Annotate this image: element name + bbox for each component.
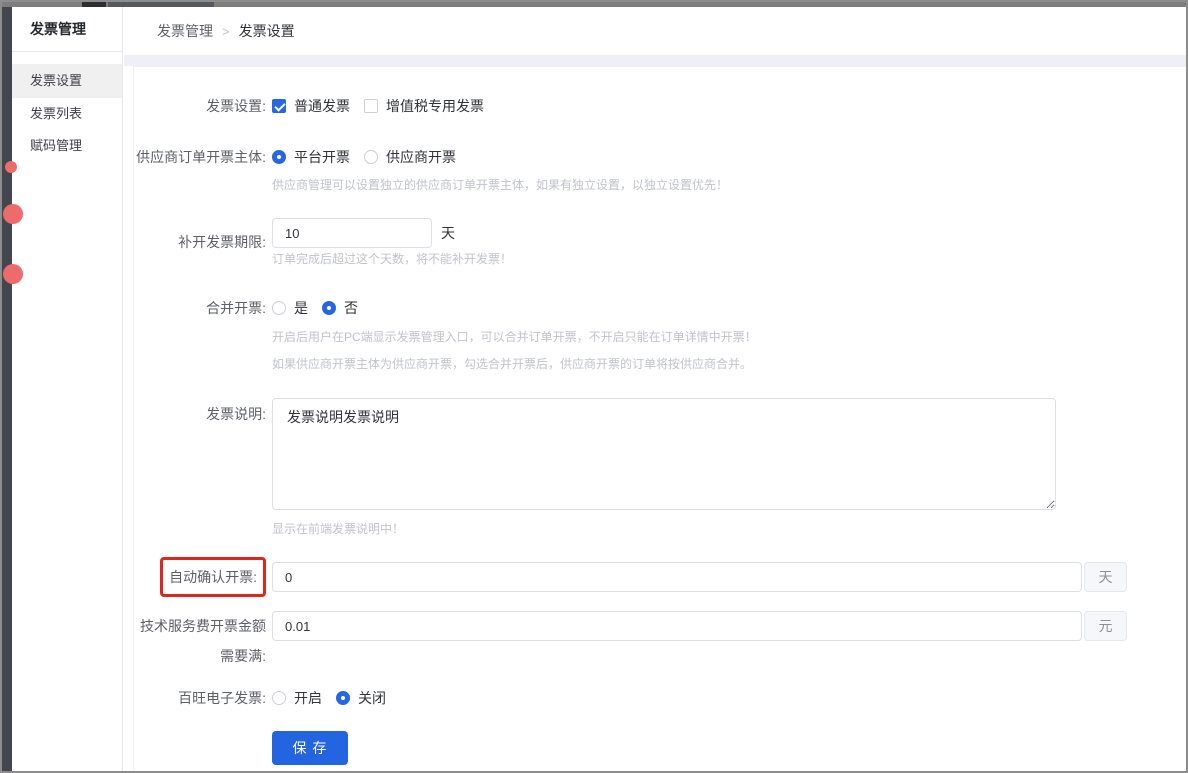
radio-unselected-icon[interactable] (364, 150, 378, 164)
auto-confirm-label: 自动确认开票: (169, 569, 257, 585)
invoice-note-help: 显示在前端发票说明中！ (272, 523, 1056, 535)
sidebar-menu: 发票设置 发票列表 赋码管理 (12, 52, 122, 162)
reissue-deadline-label: 补开发票期限: (134, 235, 266, 249)
form-row-reissue-deadline: 补开发票期限: 天 订单完成后超过这个天数，将不能补开发票！ (134, 218, 1187, 265)
form-row-tech-fee: 技术服务费开票金额 需要满: 元 (134, 611, 1187, 663)
left-nav-rail (2, 7, 12, 771)
save-button[interactable]: 保 存 (272, 731, 348, 765)
radio-option-platform-invoicing[interactable]: 平台开票 (272, 150, 350, 164)
tech-fee-input[interactable] (272, 611, 1082, 641)
radio-label: 否 (344, 301, 358, 315)
sidebar: 发票管理 发票设置 发票列表 赋码管理 (12, 7, 123, 771)
settings-form-panel: 发票设置: 普通发票 增值税专用发票 (133, 66, 1188, 773)
radio-unselected-icon[interactable] (272, 301, 286, 315)
invoice-note-textarea[interactable]: 发票说明发票说明 (272, 398, 1056, 510)
invoice-note-label: 发票说明: (134, 398, 266, 421)
tech-fee-unit: 元 (1084, 611, 1127, 641)
reissue-deadline-unit: 天 (441, 223, 455, 243)
notification-dot (3, 204, 23, 224)
breadcrumb-separator-icon: > (222, 24, 230, 39)
clipped-strip-segment (82, 2, 106, 7)
notification-dot (3, 264, 23, 284)
clipped-strip-segment (108, 2, 214, 7)
radio-label: 平台开票 (294, 150, 350, 164)
checkbox-unchecked-icon[interactable] (364, 99, 378, 113)
reissue-deadline-input[interactable] (272, 218, 432, 248)
sidebar-item-code-management[interactable]: 赋码管理 (12, 130, 122, 162)
radio-selected-icon[interactable] (272, 150, 286, 164)
radio-selected-icon[interactable] (322, 301, 336, 315)
checkbox-option-vat-special-invoice[interactable]: 增值税专用发票 (364, 99, 484, 113)
form-row-merge-invoicing: 合并开票: 是 否 开启后用户在PC端显示发票管理 (134, 301, 1187, 370)
radio-option-supplier-invoicing[interactable]: 供应商开票 (364, 150, 456, 164)
radio-option-baiwang-on[interactable]: 开启 (272, 691, 322, 705)
invoice-type-label: 发票设置: (134, 99, 266, 113)
checkbox-checked-icon[interactable] (272, 99, 286, 113)
checkbox-option-ordinary-invoice[interactable]: 普通发票 (272, 99, 350, 113)
radio-unselected-icon[interactable] (272, 691, 286, 705)
supplier-subject-label: 供应商订单开票主体: (134, 150, 266, 164)
app-window: 发票管理 发票设置 发票列表 赋码管理 发票管理 > 发票设置 发票设置: (0, 0, 1188, 773)
sidebar-item-invoice-settings[interactable]: 发票设置 (12, 64, 122, 98)
content-area: 发票设置: 普通发票 增值税专用发票 (124, 66, 1186, 773)
radio-option-merge-no[interactable]: 否 (322, 301, 358, 315)
reissue-deadline-help: 订单完成后超过这个天数，将不能补开发票！ (272, 253, 512, 265)
form-row-baiwang: 百旺电子发票: 开启 关闭 (134, 691, 1187, 705)
clipped-browser-strip (2, 2, 1186, 7)
auto-confirm-label-cell: 自动确认开票: (134, 557, 266, 597)
radio-label: 供应商开票 (386, 150, 456, 164)
breadcrumb: 发票管理 > 发票设置 (124, 7, 1186, 55)
checkbox-label: 普通发票 (294, 99, 350, 113)
auto-confirm-input[interactable] (272, 562, 1082, 592)
form-row-supplier-subject: 供应商订单开票主体: 平台开票 供应商开票 供应商 (134, 150, 1187, 191)
radio-option-baiwang-off[interactable]: 关闭 (336, 691, 386, 705)
checkbox-label: 增值税专用发票 (386, 99, 484, 113)
merge-invoicing-label: 合并开票: (134, 301, 266, 315)
radio-selected-icon[interactable] (336, 691, 350, 705)
main-area: 发票管理 > 发票设置 发票设置: 普通发票 (124, 7, 1186, 771)
supplier-subject-help: 供应商管理可以设置独立的供应商订单开票主体，如果有独立设置，以独立设置优先！ (272, 179, 728, 191)
merge-invoicing-help-2: 如果供应商开票主体为供应商开票，勾选合并开票后，供应商开票的订单将按供应商合并。 (272, 358, 757, 370)
breadcrumb-section[interactable]: 发票管理 (157, 21, 213, 41)
radio-label: 关闭 (358, 691, 386, 705)
radio-label: 是 (294, 301, 308, 315)
tech-fee-label-line1: 技术服务费开票金额 (140, 618, 266, 634)
baiwang-label: 百旺电子发票: (134, 691, 266, 705)
sidebar-title: 发票管理 (12, 7, 122, 52)
merge-invoicing-help-1: 开启后用户在PC端显示发票管理入口，可以合并订单开票，不开启只能在订单详情中开票… (272, 331, 757, 343)
radio-label: 开启 (294, 691, 322, 705)
tech-fee-label: 技术服务费开票金额 需要满: (134, 611, 266, 663)
sidebar-item-invoice-list[interactable]: 发票列表 (12, 98, 122, 130)
tech-fee-label-line2: 需要满: (134, 649, 266, 663)
form-row-save: 保 存 (134, 731, 1187, 765)
auto-confirm-unit: 天 (1084, 562, 1127, 592)
radio-option-merge-yes[interactable]: 是 (272, 301, 308, 315)
form-row-invoice-note: 发票说明: 发票说明发票说明 显示在前端发票说明中！ (134, 398, 1187, 535)
section-divider (124, 55, 1186, 66)
red-annotation-box: 自动确认开票: (160, 557, 266, 597)
form-row-auto-confirm: 自动确认开票: 天 (134, 557, 1187, 597)
notification-dot (5, 161, 17, 173)
form-row-invoice-type: 发票设置: 普通发票 增值税专用发票 (134, 99, 1187, 113)
breadcrumb-page: 发票设置 (239, 21, 295, 41)
